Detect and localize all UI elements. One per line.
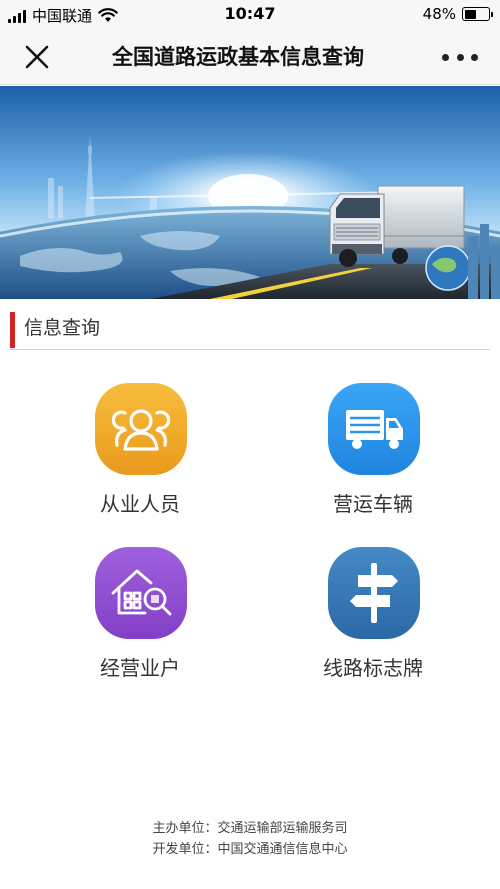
footer-developer: 开发单位：中国交通通信信息中心 [152,842,348,857]
section-header: 信息查询 [10,310,490,350]
menu-label: 从业人员 [100,492,180,516]
section-title: 信息查询 [24,317,101,339]
battery-percentage: 48% [422,5,456,23]
menu-item-vehicles[interactable]: 营运车辆 [283,383,463,523]
footer-sponsor: 主办单位：交通运输部运输服务司 [152,821,348,836]
page-title: 全国道路运政基本信息查询 [112,45,364,69]
menu-label: 经营业户 [100,656,180,680]
menu-label: 线路标志牌 [323,656,423,680]
signpost-icon [328,547,420,639]
menu-item-practitioners[interactable]: 从业人员 [50,383,230,523]
house-search-icon [95,547,187,639]
status-right: 48% [422,5,493,23]
status-bar: 中国联通 10:47 48% [0,0,500,30]
truck-earth-banner [0,86,500,299]
truck-icon [328,383,420,475]
section-accent-bar [10,312,15,348]
navigation-bar: 全国道路运政基本信息查询 [0,30,500,85]
menu-item-operators[interactable]: 经营业户 [50,547,230,687]
menu-item-route-signs[interactable]: 线路标志牌 [283,547,463,687]
footer: 主办单位：交通运输部运输服务司 开发单位：中国交通通信信息中心 [0,818,500,860]
battery-icon [462,7,493,21]
close-icon [25,45,49,69]
battery-level [464,9,476,19]
people-icon [95,383,187,475]
more-button[interactable] [442,44,478,70]
close-button[interactable] [22,42,52,72]
menu-label: 营运车辆 [333,492,413,516]
more-icon [442,53,449,61]
